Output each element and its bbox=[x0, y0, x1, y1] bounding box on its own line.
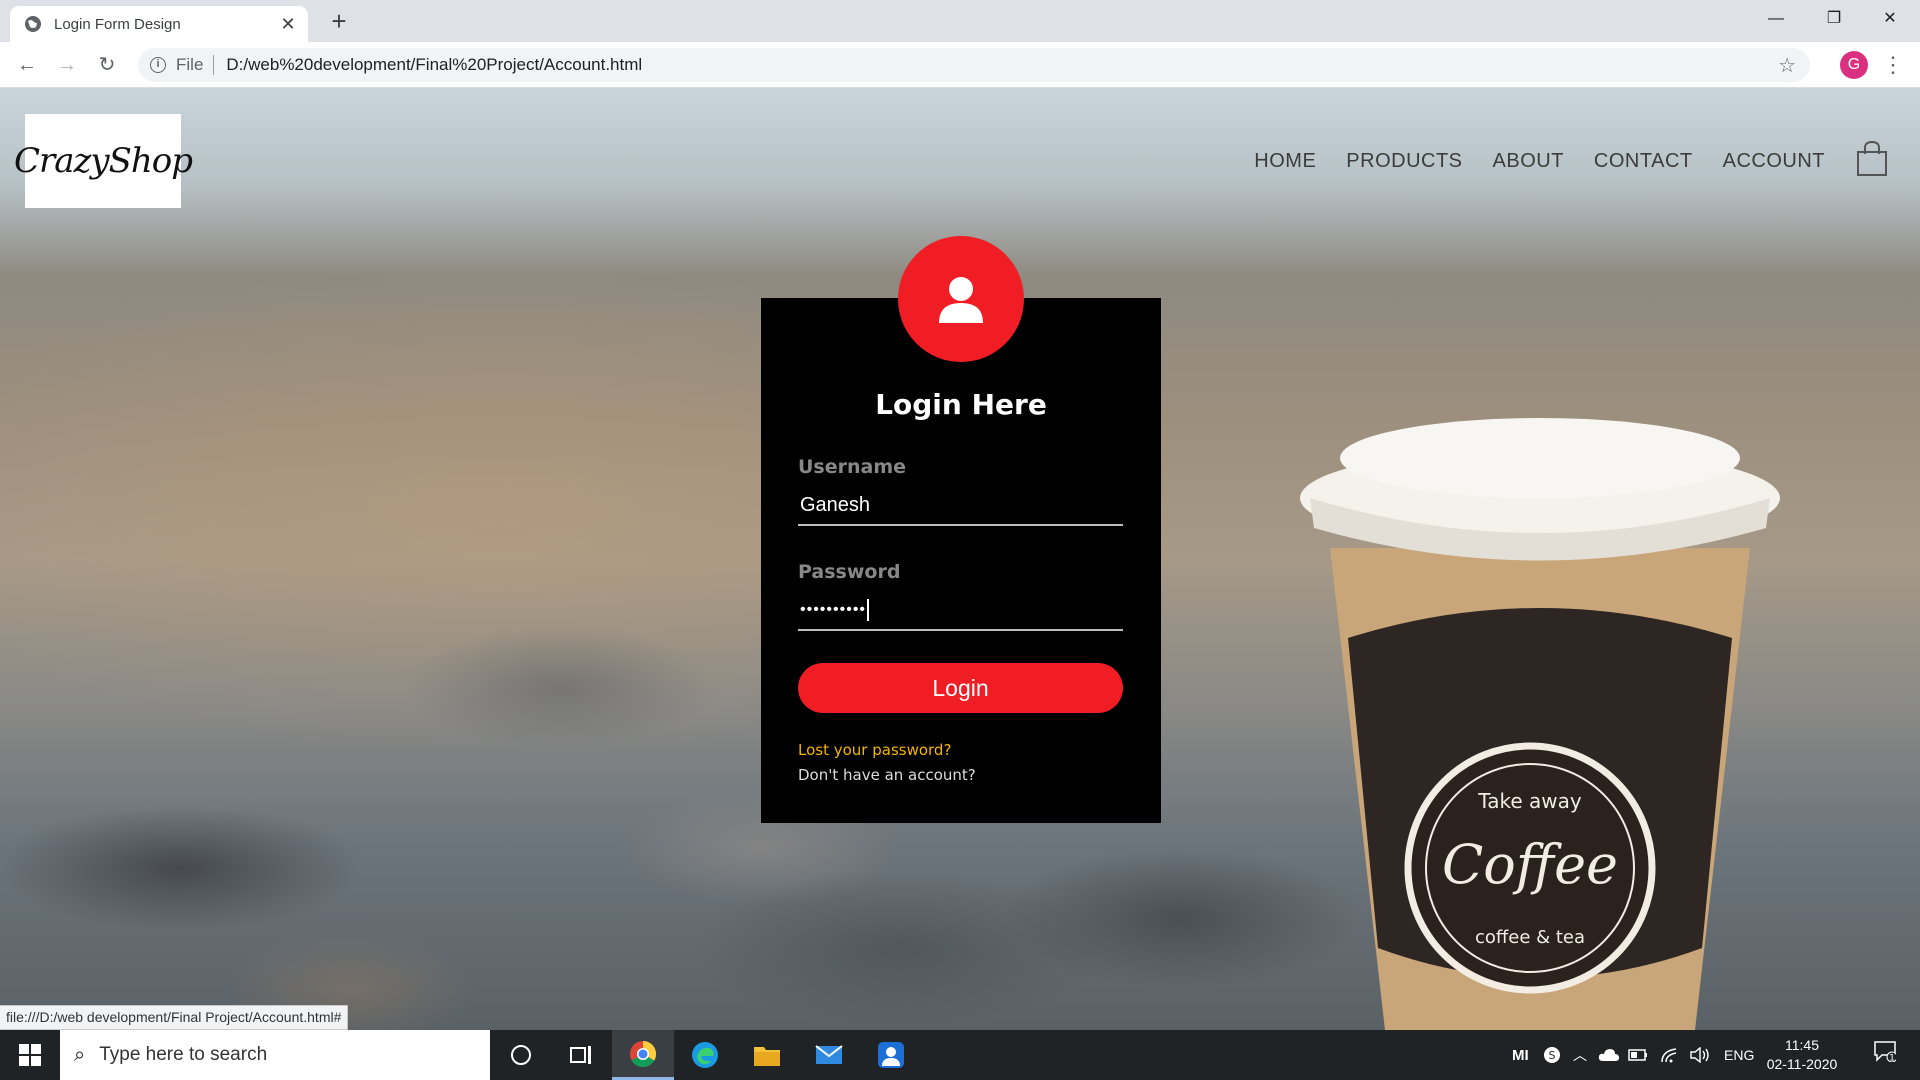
site-nav: HOME PRODUCTS ABOUT CONTACT ACCOUNT bbox=[1254, 150, 1825, 173]
restore-button[interactable]: ❐ bbox=[1806, 0, 1862, 38]
text-caret bbox=[867, 599, 870, 621]
address-bar[interactable]: i File D:/web%20development/Final%20Proj… bbox=[138, 48, 1810, 82]
app-taskbar-icon[interactable] bbox=[860, 1030, 922, 1080]
browser-tab[interactable]: Login Form Design ✕ bbox=[10, 6, 308, 42]
browser-tabstrip: Login Form Design ✕ + — ❐ ✕ bbox=[0, 0, 1920, 42]
password-label: Password bbox=[798, 561, 901, 583]
site-logo[interactable]: CrazyShop bbox=[14, 114, 193, 208]
url-text[interactable]: D:/web%20development/Final%20Project/Acc… bbox=[226, 55, 1778, 75]
cup-text-bottom: coffee & tea bbox=[1475, 927, 1585, 948]
close-window-button[interactable]: ✕ bbox=[1862, 0, 1918, 38]
nav-products[interactable]: PRODUCTS bbox=[1346, 150, 1462, 173]
password-value: •••••••••• bbox=[800, 601, 867, 618]
browser-toolbar: ← → ↻ i File D:/web%20development/Final%… bbox=[0, 42, 1920, 88]
status-bar-url: file:///D:/web development/Final Project… bbox=[0, 1005, 349, 1030]
clock-date: 02-11-2020 bbox=[1766, 1056, 1838, 1072]
nav-home[interactable]: HOME bbox=[1254, 150, 1316, 173]
scheme-label: File bbox=[176, 55, 204, 74]
cup-text-brand: Coffee bbox=[1442, 833, 1618, 896]
username-label: Username bbox=[798, 456, 907, 478]
user-icon bbox=[939, 277, 983, 323]
signup-link[interactable]: Don't have an account? bbox=[798, 766, 976, 784]
bookmark-star-icon[interactable]: ☆ bbox=[1778, 53, 1796, 78]
chevron-up-icon[interactable]: ︿ bbox=[1573, 1030, 1587, 1080]
page-background: CrazyShop HOME PRODUCTS ABOUT CONTACT AC… bbox=[0, 88, 1920, 1030]
cortana-icon[interactable] bbox=[490, 1030, 552, 1080]
globe-icon bbox=[25, 16, 41, 32]
login-title: Login Here bbox=[875, 388, 1047, 421]
file-explorer-icon[interactable] bbox=[736, 1030, 798, 1080]
login-button[interactable]: Login bbox=[798, 663, 1123, 713]
info-icon[interactable]: i bbox=[150, 57, 166, 73]
profile-avatar[interactable]: G bbox=[1840, 51, 1868, 79]
username-value: Ganesh bbox=[800, 493, 871, 516]
logo-text: CrazyShop bbox=[13, 141, 193, 181]
cup-text-top: Take away bbox=[1477, 789, 1582, 813]
language-indicator[interactable]: ENG bbox=[1724, 1030, 1754, 1080]
browser-menu-icon[interactable]: ⋮ bbox=[1882, 50, 1904, 80]
mi-tray-icon[interactable]: MI bbox=[1512, 1030, 1529, 1080]
task-view-icon[interactable] bbox=[550, 1030, 612, 1080]
search-placeholder: Type here to search bbox=[99, 1044, 268, 1065]
coffee-cup-image: Take away Coffee coffee & tea bbox=[1300, 418, 1780, 1030]
nav-contact[interactable]: CONTACT bbox=[1594, 150, 1693, 173]
windows-logo-icon bbox=[19, 1044, 41, 1066]
user-avatar-circle bbox=[898, 236, 1024, 362]
system-clock[interactable]: 11:45 02-11-2020 bbox=[1762, 1036, 1842, 1074]
clock-time: 11:45 bbox=[1785, 1037, 1819, 1053]
nav-account[interactable]: ACCOUNT bbox=[1723, 150, 1825, 173]
wifi-icon[interactable] bbox=[1660, 1030, 1680, 1080]
back-button[interactable]: ← bbox=[12, 50, 42, 80]
close-tab-icon[interactable]: ✕ bbox=[278, 14, 298, 35]
svg-text:S: S bbox=[1549, 1049, 1556, 1062]
notification-count: 1 bbox=[1889, 1054, 1895, 1063]
start-button[interactable] bbox=[0, 1030, 60, 1080]
new-tab-button[interactable]: + bbox=[324, 6, 354, 36]
tab-title: Login Form Design bbox=[54, 15, 181, 33]
windows-taskbar: ⌕ Type here to search MI S ︿ ENG 11:45 0… bbox=[0, 1030, 1920, 1080]
forward-button[interactable]: → bbox=[52, 50, 82, 80]
taskbar-search[interactable]: ⌕ Type here to search bbox=[60, 1030, 490, 1080]
search-icon: ⌕ bbox=[74, 1043, 86, 1066]
nav-about[interactable]: ABOUT bbox=[1493, 150, 1564, 173]
edge-taskbar-icon[interactable] bbox=[674, 1030, 736, 1080]
shopping-bag-icon[interactable] bbox=[1855, 140, 1889, 178]
volume-icon[interactable] bbox=[1690, 1030, 1712, 1080]
password-input[interactable]: •••••••••• bbox=[798, 591, 1123, 631]
mail-icon[interactable] bbox=[798, 1030, 860, 1080]
sync-tray-icon[interactable]: S bbox=[1543, 1030, 1561, 1080]
cloud-icon[interactable] bbox=[1598, 1030, 1620, 1080]
reload-button[interactable]: ↻ bbox=[92, 50, 122, 80]
lost-password-link[interactable]: Lost your password? bbox=[798, 741, 951, 759]
divider bbox=[213, 55, 215, 75]
minimize-button[interactable]: — bbox=[1748, 0, 1804, 38]
username-input[interactable]: Ganesh bbox=[798, 486, 1123, 526]
battery-icon[interactable] bbox=[1628, 1030, 1648, 1080]
notification-center-icon[interactable]: 1 bbox=[1870, 1040, 1900, 1070]
chrome-taskbar-icon[interactable] bbox=[612, 1030, 674, 1080]
